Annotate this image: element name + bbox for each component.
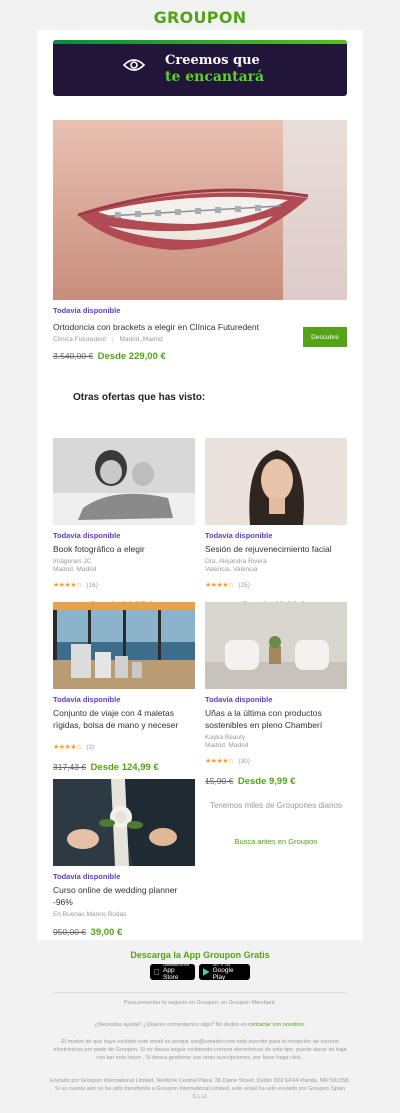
section-title: Otras ofertas que has visto: xyxy=(73,392,206,403)
deal-original-price: 15,90 € xyxy=(205,776,234,786)
app-store-text: Download on the App Store xyxy=(163,963,191,981)
deal-price-row: 15,90 € Desde 9,99 € xyxy=(205,771,347,789)
hero-price: Desde 229,00 € xyxy=(97,351,166,362)
deal-title[interactable]: Curso online de wedding planner -96% xyxy=(53,884,195,908)
deal-image[interactable] xyxy=(53,602,195,689)
star-rating-icon: ★★★★☆ xyxy=(205,758,234,765)
contact-us-link[interactable]: contactar con nosotros xyxy=(248,1022,304,1028)
deal-price: Desde 9,99 € xyxy=(237,776,296,787)
google-play-label: Google Play xyxy=(212,967,234,981)
hero-merchant-row: Clínica Futuredent | Madrid, Madrid xyxy=(53,336,163,343)
star-rating-icon: ★★★★☆ xyxy=(53,582,82,589)
deal-price-row: 950,00 € 39,00 € xyxy=(53,922,195,940)
app-download-title: Descarga la App Groupon Gratis xyxy=(130,950,270,960)
deal-original-price: 317,43 € xyxy=(53,762,87,772)
deal-card-photobook[interactable]: Todavía disponible Book fotográfico a el… xyxy=(53,438,195,613)
google-play-text: GET IT ON Google Play xyxy=(213,963,246,981)
subscription-reason: El motivo de que haya recibido este emai… xyxy=(53,1039,347,1061)
deal-price: 39,00 € xyxy=(90,927,123,938)
deal-merchant: Imágenes JC xyxy=(53,558,92,565)
app-store-label: App Store xyxy=(157,967,186,981)
deal-location: Valencia, Valencia xyxy=(205,566,258,573)
hero-merchant: Clínica Futuredent xyxy=(53,336,107,343)
kids-photo-illustration xyxy=(53,438,195,525)
promo-text: Tenemos miles de Groupones diarios xyxy=(209,801,343,810)
deal-availability: Todavía disponible xyxy=(53,872,121,881)
deal-title[interactable]: Book fotográfico a elegir xyxy=(53,543,195,555)
deal-image[interactable] xyxy=(205,602,347,689)
app-store-button[interactable]:  Download on the App Store xyxy=(150,963,195,981)
descubre-button[interactable]: Descubre xyxy=(303,327,347,347)
hero-location: Madrid, Madrid xyxy=(119,336,163,343)
hero-availability: Todavía disponible xyxy=(53,306,121,315)
deal-merchant: En Buenas Manos Bodas xyxy=(53,911,127,918)
star-rating-icon: ★★★★☆ xyxy=(205,582,234,589)
separator: | xyxy=(111,336,114,343)
deal-image[interactable] xyxy=(205,438,347,525)
star-rating-icon: ★★★★☆ xyxy=(53,744,82,751)
apple-icon:  xyxy=(154,968,160,977)
review-count: (30) xyxy=(238,758,250,765)
groupon-logo[interactable]: GROUPON xyxy=(0,8,400,27)
luggage-airport-illustration xyxy=(53,602,195,689)
deal-title[interactable]: Conjunto de viaje con 4 maletas rígidas,… xyxy=(53,707,195,731)
review-count: (16) xyxy=(86,582,98,589)
deal-rating: ★★★★☆ (2) xyxy=(53,736,195,754)
hero-deal-image[interactable] xyxy=(53,120,347,300)
hero-original-price: 3.540,00 € xyxy=(53,351,94,361)
banner-line-2: te encantará xyxy=(165,69,265,85)
recommendation-banner: Creemos que te encantará xyxy=(53,40,347,96)
deal-location: Madrid, Madrid xyxy=(205,742,249,749)
woman-portrait-illustration xyxy=(205,438,347,525)
deal-card-nails[interactable]: Todavía disponible Uñas a la última con … xyxy=(205,602,347,789)
google-play-icon xyxy=(203,968,210,976)
deal-merchant: Dra. Alejandra Rivera xyxy=(205,558,267,565)
deal-availability: Todavía disponible xyxy=(205,695,273,704)
search-groupon-link[interactable]: Busca antes en Groupon xyxy=(205,837,347,846)
eye-icon xyxy=(123,59,145,71)
deal-rating: ★★★★☆ (25) xyxy=(205,574,347,592)
salon-chairs-illustration xyxy=(205,602,347,689)
deal-price-row: 317,43 € Desde 124,99 € xyxy=(53,757,195,775)
help-line: ¿Necesitas ayuda? ¿Quieres comentarnos a… xyxy=(50,1021,350,1029)
footer-divider xyxy=(53,992,347,993)
deal-title[interactable]: Uñas a la última con productos sostenibl… xyxy=(205,707,347,731)
help-text: ¿Necesitas ayuda? ¿Quieres comentarnos a… xyxy=(94,1022,247,1028)
deal-card-wedding[interactable]: Todavía disponible Curso online de weddi… xyxy=(53,779,195,940)
banner-line-1: Creemos que xyxy=(165,53,260,68)
deal-title[interactable]: Sesión de rejuvenecimiento facial xyxy=(205,543,347,555)
deal-availability: Todavía disponible xyxy=(205,531,273,540)
google-play-button[interactable]: GET IT ON Google Play xyxy=(199,963,250,981)
deal-location: Madrid, Madrid xyxy=(53,566,97,573)
hero-title[interactable]: Ortodoncia con brackets a elegir en Clín… xyxy=(53,322,259,332)
legal-text: Enviado por Groupon International Limite… xyxy=(50,1078,351,1100)
email-card: Creemos que te encantará Todavía disponi… xyxy=(37,30,363,940)
review-count: (25) xyxy=(238,582,250,589)
review-count: (2) xyxy=(86,744,95,751)
merchant-info: Para presentar tu negocio en Groupon, en… xyxy=(124,1000,276,1006)
deal-card-luggage[interactable]: Todavía disponible Conjunto de viaje con… xyxy=(53,602,195,775)
deal-image[interactable] xyxy=(53,779,195,866)
deal-card-facial[interactable]: Todavía disponible Sesión de rejuvenecim… xyxy=(205,438,347,613)
help-suffix: . xyxy=(303,1022,306,1028)
deal-rating: ★★★★☆ (16) xyxy=(53,574,195,592)
deal-merchant: Kayka Beauty xyxy=(205,734,246,741)
deal-price: Desde 124,99 € xyxy=(90,762,159,773)
boutonniere-illustration xyxy=(53,779,195,866)
deal-rating: ★★★★☆ (30) xyxy=(205,750,347,768)
hero-price-row: 3.540,00 € Desde 229,00 € xyxy=(53,346,166,364)
deal-availability: Todavía disponible xyxy=(53,531,121,540)
deal-original-price: 950,00 € xyxy=(53,927,87,937)
deal-image[interactable] xyxy=(53,438,195,525)
banner-gradient-bar xyxy=(53,40,347,44)
deal-availability: Todavía disponible xyxy=(53,695,121,704)
smile-braces-illustration xyxy=(53,120,347,300)
